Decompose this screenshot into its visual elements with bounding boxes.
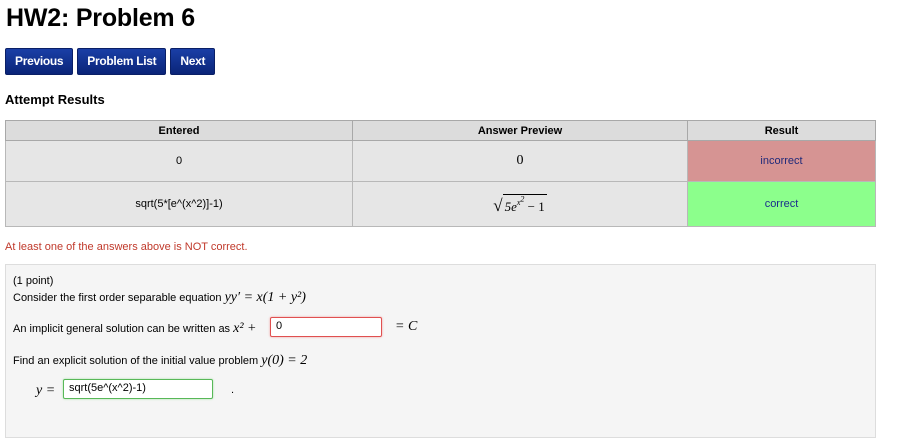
explicit-lhs: y = (36, 383, 56, 398)
explicit-line: Find an explicit solution of the initial… (13, 353, 308, 368)
ivp-condition: y(0) = 2 (261, 353, 308, 368)
table-row: 0 0 incorrect (5, 140, 876, 182)
header-answer-preview: Answer Preview (352, 120, 688, 141)
points-label: (1 point) (13, 275, 54, 287)
table-row: sqrt(5*[e^(x^2)]-1) √ 5ex2 − 1 correct (5, 181, 876, 227)
implicit-lhs: x² + (233, 321, 257, 336)
answer-preview-cell: √ 5ex2 − 1 (352, 181, 688, 227)
radicand: 5ex2 − 1 (502, 193, 547, 214)
not-correct-warning: At least one of the answers above is NOT… (5, 241, 248, 253)
entered-cell: sqrt(5*[e^(x^2)]-1) (5, 181, 353, 227)
attempt-results-table: Entered Answer Preview Result 0 0 incorr… (5, 120, 876, 227)
problem-statement-box: (1 point) Consider the first order separ… (5, 264, 876, 438)
result-cell-correct: correct (687, 181, 876, 227)
header-entered: Entered (5, 120, 353, 141)
ode-equation: yy′ = x(1 + y²) (224, 290, 306, 305)
problem-list-button[interactable]: Problem List (77, 48, 167, 75)
header-result: Result (687, 120, 876, 141)
implicit-rhs: = C (395, 319, 418, 334)
next-button[interactable]: Next (170, 48, 216, 75)
problem-page: HW2: Problem 6 Previous Problem List Nex… (0, 0, 897, 447)
problem-nav: Previous Problem List Next (5, 48, 216, 75)
previous-button[interactable]: Previous (5, 48, 74, 75)
entered-cell: 0 (5, 140, 353, 182)
explicit-answer-input[interactable]: sqrt(5e^(x^2)-1) (63, 379, 213, 399)
result-cell-incorrect: incorrect (687, 140, 876, 182)
sqrt-symbol: √ (493, 196, 503, 216)
preview-math: 0 (516, 153, 524, 168)
page-title: HW2: Problem 6 (6, 4, 195, 32)
implicit-answer-input[interactable]: 0 (270, 317, 382, 337)
answer-preview-cell: 0 (352, 140, 688, 182)
implicit-line: An implicit general solution can be writ… (13, 321, 257, 336)
statement-line: Consider the first order separable equat… (13, 290, 306, 305)
preview-math: √ 5ex2 − 1 (493, 193, 547, 216)
table-header-row: Entered Answer Preview Result (5, 120, 876, 141)
attempt-results-heading: Attempt Results (5, 92, 105, 107)
explicit-period: . (231, 384, 235, 396)
